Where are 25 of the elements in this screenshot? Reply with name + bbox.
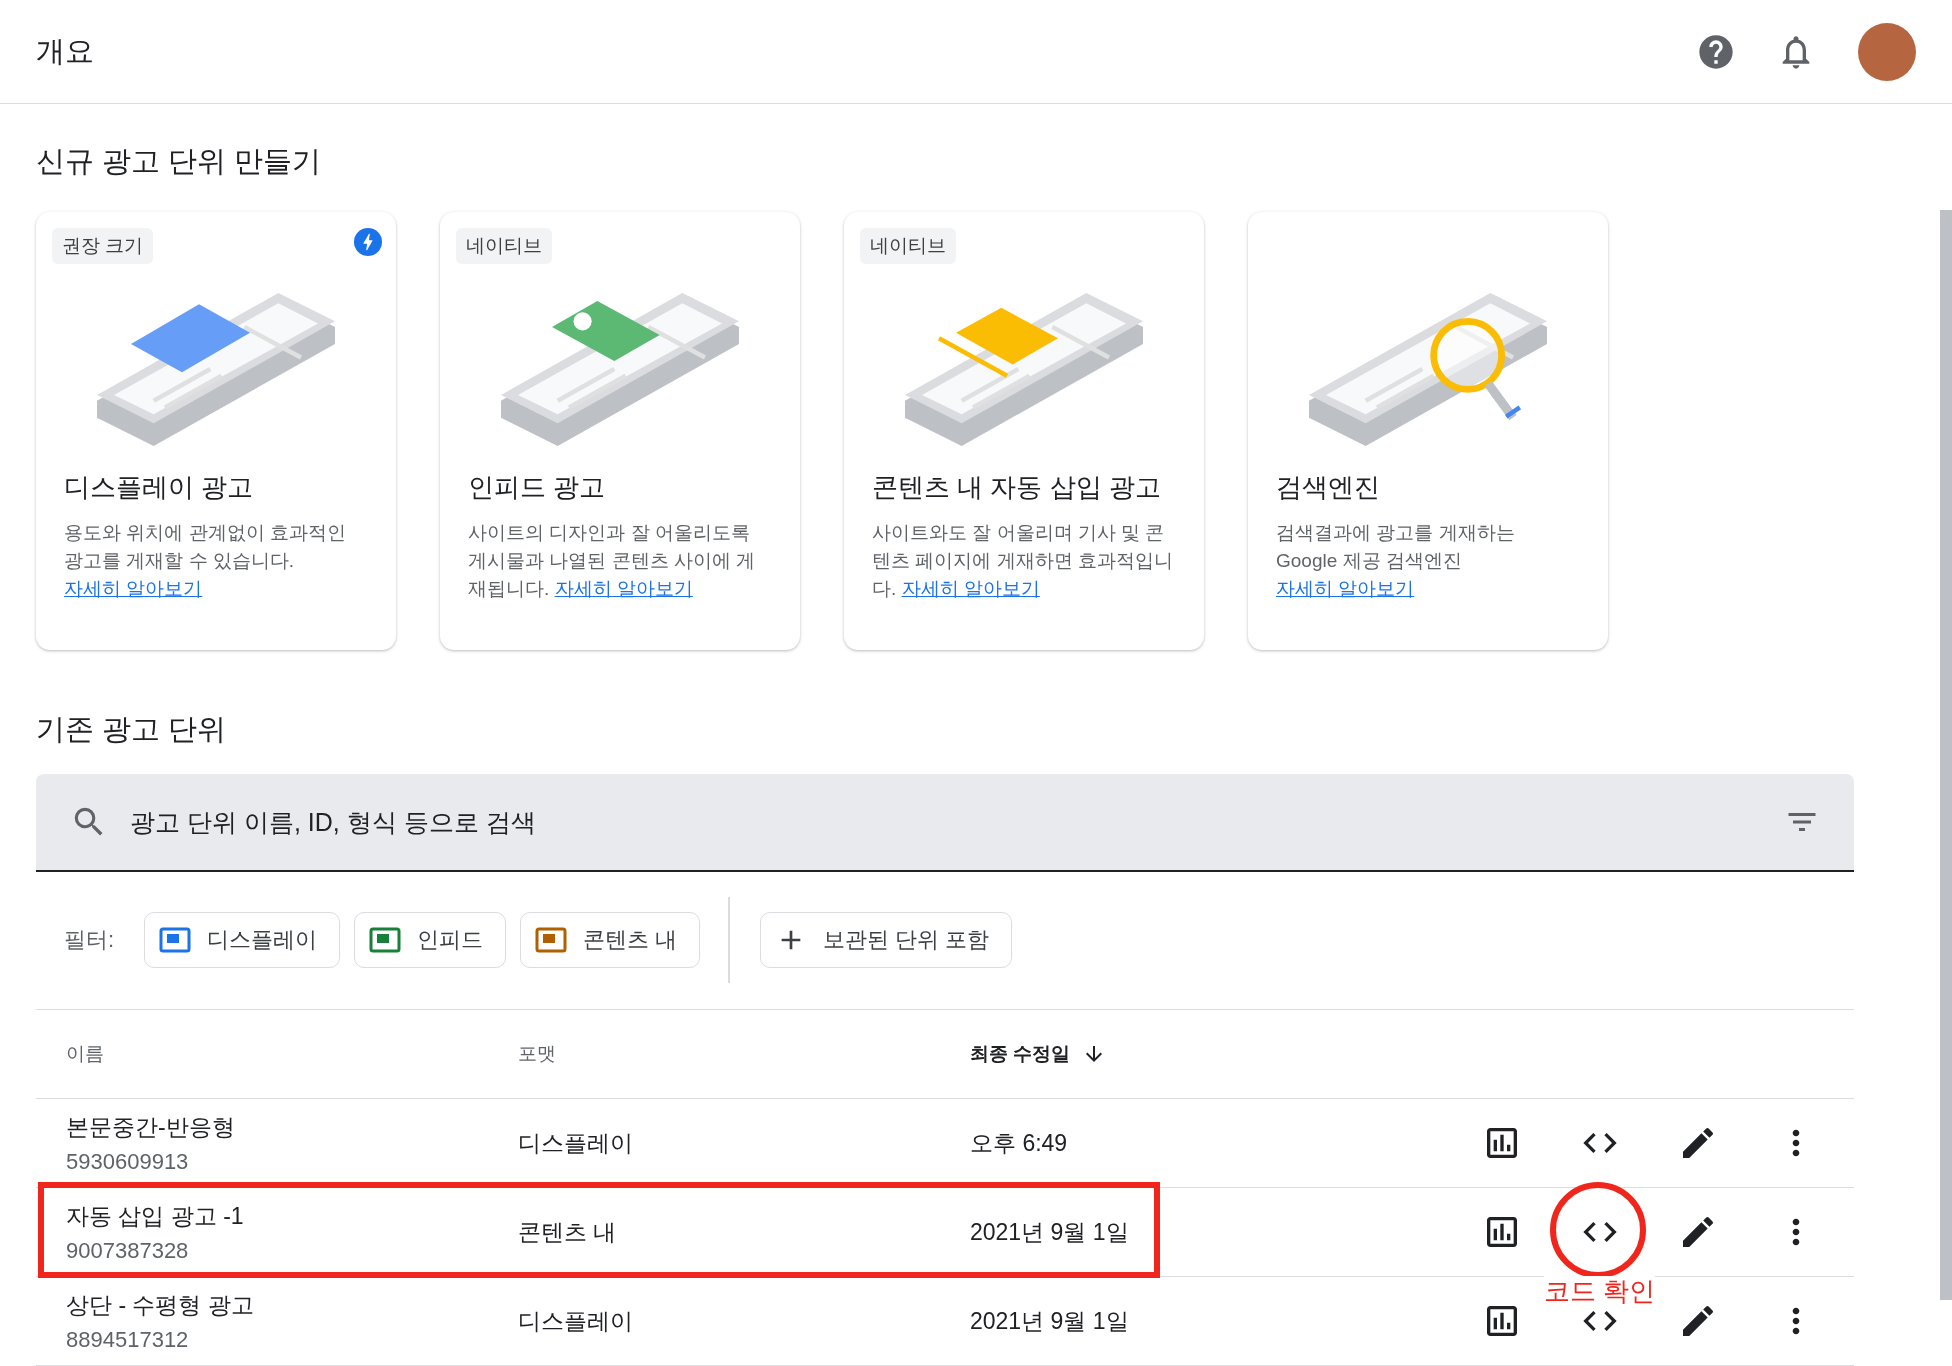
annotation-tooltip: 코드 확인 xyxy=(1544,1276,1656,1306)
card-description: 사이트의 디자인과 잘 어울리도록 게시물과 나열된 콘텐츠 사이에 게재됩니다. 자세히 알아보기 xyxy=(468,521,757,601)
format-cell-text: 디스플레이 xyxy=(518,1306,634,1336)
tag-label: 권장 크기 xyxy=(52,228,154,264)
unit-id: 9007387328 xyxy=(66,1237,190,1264)
card-title: 디스플레이 광고 xyxy=(64,471,255,504)
card-description: 사이트와도 잘 어울리며 기사 및 콘텐츠 페이지에 게재하면 효과적입니다. 자세히 알아보기 xyxy=(872,521,1174,601)
unit-id: 8894517312 xyxy=(66,1326,190,1353)
filter-label: 필터: xyxy=(64,926,115,954)
tag-label: 네이티브 xyxy=(456,228,552,264)
modified-date: 오후 6:49 xyxy=(970,1128,1069,1158)
card-title: 콘텐츠 내 자동 삽입 광고 xyxy=(872,471,1162,504)
modified-date: 2021년 9월 1일 xyxy=(970,1217,1130,1247)
unit-id: 5930609913 xyxy=(66,1148,190,1175)
format-cell-text: 디스플레이 xyxy=(518,1128,634,1158)
modified-date: 2021년 9월 1일 xyxy=(970,1306,1130,1336)
page-title: 개요 xyxy=(36,33,95,69)
tag-label: 네이티브 xyxy=(860,228,956,264)
card-description: 용도와 위치에 관계없이 효과적인 광고를 게재할 수 있습니다. 자세히 알아보기 xyxy=(64,521,347,601)
card-title: 검색엔진 xyxy=(1276,471,1381,504)
section-title: 기존 광고 단위 xyxy=(36,712,228,747)
format-cell-text: 콘텐츠 내 xyxy=(518,1217,618,1247)
card-title: 인피드 광고 xyxy=(468,471,607,504)
card-description: 검색결과에 광고를 게재하는 Google 제공 검색엔진 자세히 알아보기 xyxy=(1276,521,1516,601)
section-title: 신규 광고 단위 만들기 xyxy=(36,144,323,179)
